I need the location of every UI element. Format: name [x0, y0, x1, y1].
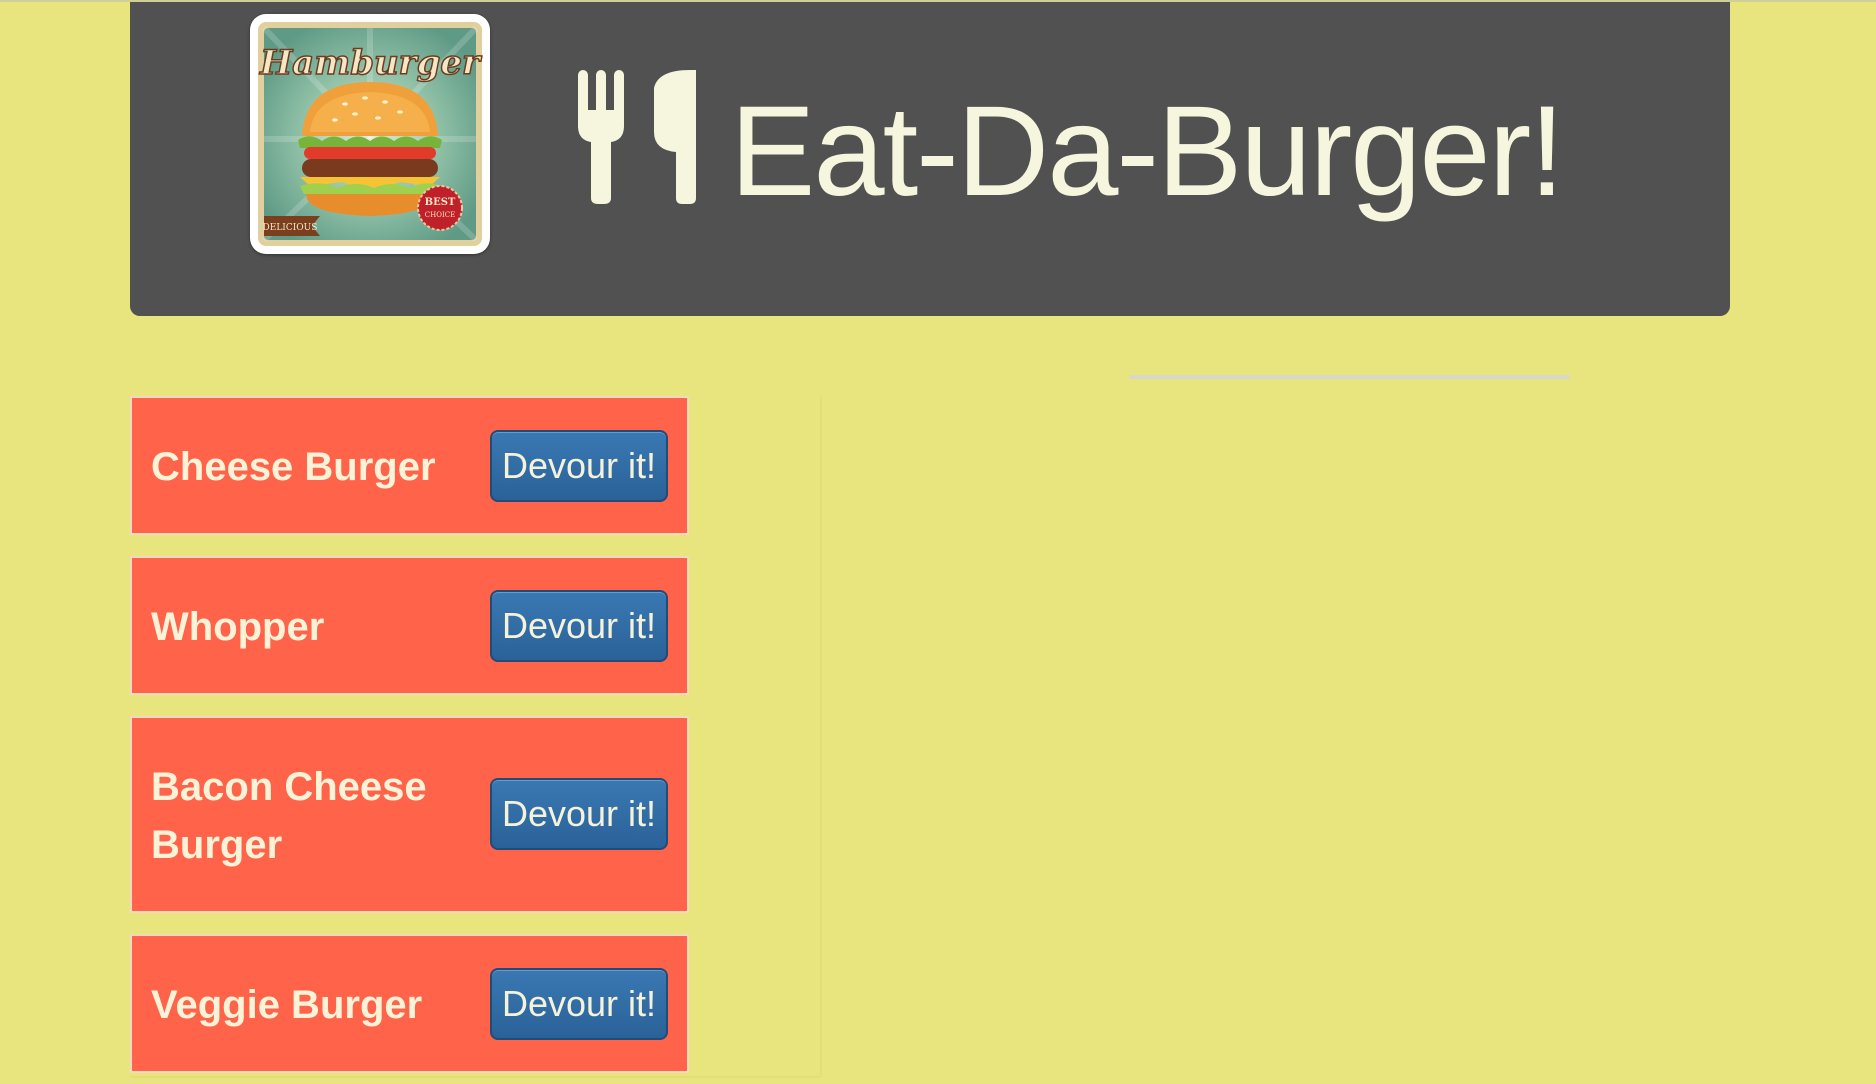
burger-list: Cheese Burger Devour it! Whopper Devour … — [130, 396, 822, 1078]
logo-badge-line2: CHOICE — [425, 211, 455, 219]
logo-badge-line1: BEST — [425, 197, 456, 208]
page-title: Eat-Da-Burger! — [730, 80, 1565, 223]
utensils-icon — [578, 70, 696, 204]
hamburger-logo-image: Hamburger DELICIOUS BEST CHOICE — [258, 22, 483, 246]
burger-name: Cheese Burger — [151, 445, 436, 489]
hamburger-logo: Hamburger DELICIOUS BEST CHOICE — [250, 14, 490, 254]
burger-item-cheese-burger: Cheese Burger Devour it! — [130, 396, 689, 535]
jumbotron-header: Hamburger DELICIOUS BEST CHOICE Eat-Da-B… — [130, 2, 1730, 316]
devour-button[interactable]: Devour it! — [490, 590, 668, 662]
devour-button[interactable]: Devour it! — [490, 430, 668, 502]
devour-button[interactable]: Devour it! — [490, 778, 668, 850]
burger-name: Bacon Cheese Burger — [151, 765, 427, 867]
burger-name: Whopper — [151, 605, 325, 649]
burger-item-veggie-burger: Veggie Burger Devour it! — [130, 934, 689, 1073]
devour-button[interactable]: Devour it! — [490, 968, 668, 1040]
logo-script-text: Hamburger — [259, 43, 482, 83]
burger-item-whopper: Whopper Devour it! — [130, 556, 689, 695]
burger-name: Veggie Burger — [151, 983, 423, 1027]
logo-ribbon-text: DELICIOUS — [263, 223, 318, 233]
form-divider — [1129, 375, 1570, 379]
burger-item-bacon-cheese-burger: Bacon Cheese Burger Devour it! — [130, 716, 689, 913]
